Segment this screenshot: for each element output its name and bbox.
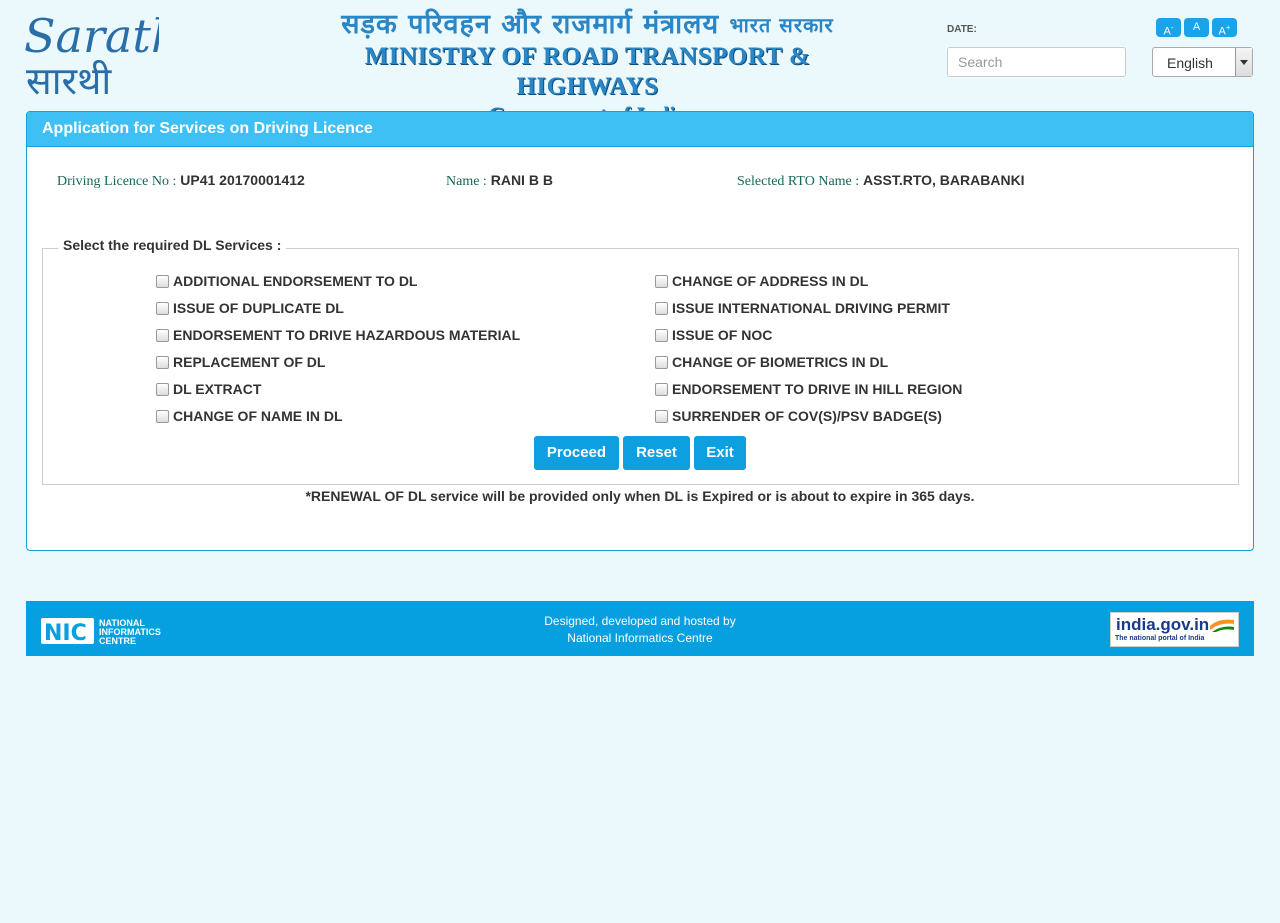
service-checkbox[interactable]	[156, 301, 169, 315]
sarathi-logo[interactable]: Sarathi सारथी	[24, 8, 195, 103]
rto-info: Selected RTO Name : ASST.RTO, BARABANKI	[737, 172, 1025, 190]
dl-services-panel: Application for Services on Driving Lice…	[26, 111, 1254, 551]
name-value: RANI B B	[490, 172, 553, 188]
site-header: Sarathi सारथी सड़क परिवहन और राजमार्ग मं…	[0, 0, 1280, 127]
services-legend: Select the required DL Services :	[58, 237, 287, 253]
chevron-down-icon[interactable]	[1235, 48, 1252, 76]
font-increase-button[interactable]: A+	[1212, 18, 1237, 38]
rto-value: ASST.RTO, BARABANKI	[863, 172, 1025, 188]
service-checkbox[interactable]	[156, 355, 169, 369]
service-checkbox[interactable]	[655, 328, 668, 342]
india-gov-link[interactable]: india.gov.in The national portal of Indi…	[1110, 612, 1239, 647]
font-normal-button[interactable]: A	[1184, 18, 1209, 37]
dl-number-value: UP41 20170001412	[180, 172, 305, 188]
service-option[interactable]: CHANGE OF ADDRESS IN DL	[655, 272, 868, 290]
service-checkbox[interactable]	[156, 382, 169, 396]
ministry-english: MINISTRY OF ROAD TRANSPORT & HIGHWAYS	[364, 43, 811, 100]
service-option[interactable]: ISSUE OF DUPLICATE DL	[156, 299, 344, 317]
service-checkbox[interactable]	[655, 274, 668, 288]
service-option[interactable]: ADDITIONAL ENDORSEMENT TO DL	[156, 272, 418, 290]
service-label: SURRENDER OF COV(S)/PSV BADGE(S)	[672, 408, 942, 424]
service-option[interactable]: ISSUE OF NOC	[655, 326, 772, 344]
exit-button[interactable]: Exit	[694, 436, 746, 470]
credit-line-2: National Informatics Centre	[567, 631, 713, 645]
site-footer: NIC NATIONAL INFORMATICS CENTRE Designed…	[26, 601, 1254, 656]
service-label: CHANGE OF BIOMETRICS IN DL	[672, 354, 889, 370]
service-label: ISSUE OF NOC	[672, 327, 773, 343]
service-checkbox[interactable]	[655, 355, 668, 369]
footer-credit: Designed, developed and hosted by Nation…	[26, 613, 1254, 647]
service-label: REPLACEMENT OF DL	[173, 354, 326, 370]
svg-text:Sarathi: Sarathi	[24, 9, 159, 63]
name-label: Name :	[446, 174, 487, 189]
language-select[interactable]: English	[1152, 47, 1253, 77]
service-option[interactable]: CHANGE OF BIOMETRICS IN DL	[655, 353, 888, 371]
reset-button[interactable]: Reset	[623, 436, 690, 470]
india-gov-name: india.gov.in	[1116, 615, 1210, 634]
service-option[interactable]: ENDORSEMENT TO DRIVE IN HILL REGION	[655, 380, 962, 398]
dl-number-info: Driving Licence No : UP41 20170001412	[57, 172, 305, 190]
service-option[interactable]: DL EXTRACT	[156, 380, 261, 398]
proceed-button[interactable]: Proceed	[534, 436, 619, 470]
rto-label: Selected RTO Name :	[737, 174, 860, 189]
search-input[interactable]	[947, 47, 1126, 77]
service-label: CHANGE OF ADDRESS IN DL	[672, 273, 869, 289]
name-info: Name : RANI B B	[446, 172, 553, 190]
service-option[interactable]: ISSUE INTERNATIONAL DRIVING PERMIT	[655, 299, 950, 317]
service-checkbox[interactable]	[655, 382, 668, 396]
service-option[interactable]: SURRENDER OF COV(S)/PSV BADGE(S)	[655, 407, 942, 425]
panel-title: Application for Services on Driving Lice…	[27, 112, 1253, 147]
service-label: ISSUE INTERNATIONAL DRIVING PERMIT	[672, 300, 950, 316]
service-checkbox[interactable]	[655, 409, 668, 423]
service-label: ADDITIONAL ENDORSEMENT TO DL	[173, 273, 418, 289]
service-option[interactable]: CHANGE OF NAME IN DL	[156, 407, 343, 425]
service-label: ENDORSEMENT TO DRIVE IN HILL REGION	[672, 381, 963, 397]
renewal-note: *RENEWAL OF DL service will be provided …	[305, 488, 975, 504]
date-label: DATE:	[947, 24, 977, 35]
bharat-sarkar: भारत सरकार	[729, 13, 834, 37]
india-flag-icon	[1210, 619, 1234, 632]
service-checkbox[interactable]	[156, 409, 169, 423]
service-label: DL EXTRACT	[173, 381, 262, 397]
svg-text:सारथी: सारथी	[26, 59, 112, 100]
credit-line-1: Designed, developed and hosted by	[544, 614, 736, 628]
ministry-banner: सड़क परिवहन और राजमार्ग मंत्रालय भारत सर…	[300, 8, 875, 127]
service-label: ISSUE OF DUPLICATE DL	[173, 300, 344, 316]
font-decrease-button[interactable]: A-	[1156, 18, 1181, 38]
service-option[interactable]: ENDORSEMENT TO DRIVE HAZARDOUS MATERIAL	[156, 326, 520, 344]
font-size-controls: A- A A+	[1156, 18, 1237, 38]
service-checkbox[interactable]	[655, 301, 668, 315]
dl-number-label: Driving Licence No :	[57, 174, 177, 189]
sarathi-logo-graphic: Sarathi सारथी	[24, 9, 195, 103]
service-label: CHANGE OF NAME IN DL	[173, 408, 343, 424]
language-selected: English	[1167, 55, 1213, 71]
service-label: ENDORSEMENT TO DRIVE HAZARDOUS MATERIAL	[173, 327, 521, 343]
services-fieldset: Select the required DL Services : ADDITI…	[42, 237, 1239, 485]
ministry-hindi: सड़क परिवहन और राजमार्ग मंत्रालय	[341, 9, 720, 40]
service-checkbox[interactable]	[156, 328, 169, 342]
service-option[interactable]: REPLACEMENT OF DL	[156, 353, 325, 371]
service-checkbox[interactable]	[156, 274, 169, 288]
india-gov-tagline: The national portal of India	[1115, 635, 1205, 642]
